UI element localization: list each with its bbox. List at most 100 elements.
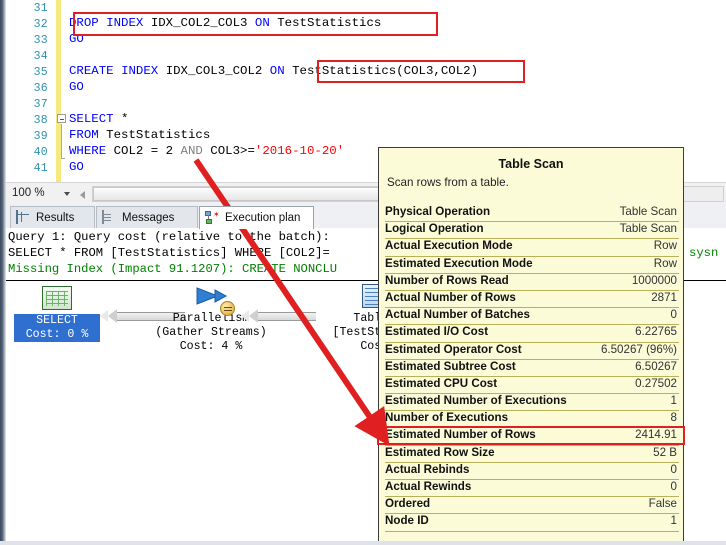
tooltip-property-value: 2414.91 (635, 428, 677, 442)
tooltip-property-key: Actual Number of Batches (385, 308, 530, 322)
tooltip-description: Scan rows from a table. (387, 176, 509, 189)
tooltip-property-row: Estimated I/O Cost 6.22765 (385, 325, 679, 343)
tooltip-property-key: Logical Operation (385, 222, 484, 236)
fold-region-foot (61, 158, 65, 159)
tooltip-property-row: Ordered False (385, 497, 679, 515)
tooltip-property-value: 0 (670, 480, 677, 493)
tooltip-property-value: 6.50267 (96%) (600, 342, 677, 356)
tooltip-property-row: Number of Executions 8 (385, 411, 679, 429)
ssms-screenshot: 31 32 33 34 35 36 37 38 39 40 41 DROP IN… (0, 0, 726, 545)
editor-line-number-gutter: 31 32 33 34 35 36 37 38 39 40 41 (6, 0, 54, 182)
table-and-columns: TestStatistics(COL3,COL2) (292, 64, 478, 78)
tab-execution-plan[interactable]: ✶ Execution plan (199, 206, 314, 229)
tooltip-property-value: 2871 (651, 290, 677, 304)
code-line-35: CREATE INDEX IDX_COL3_COL2 ON TestStatis… (69, 64, 478, 78)
tooltip-title: Table Scan (498, 157, 564, 171)
parallel-badge-icon (220, 301, 235, 316)
tooltip-property-row: Estimated Number of Rows 2414.91 (385, 428, 679, 446)
tooltip-property-key: Actual Rebinds (385, 462, 470, 476)
line-number: 36 (33, 82, 48, 95)
tooltip-property-value: 1000000 (631, 273, 677, 287)
tab-results[interactable]: Results (10, 206, 95, 228)
line-number: 37 (33, 98, 48, 111)
tooltip-property-key: Estimated CPU Cost (385, 376, 498, 390)
message-icon (102, 209, 117, 225)
fold-region-line (61, 124, 62, 158)
tooltip-property-row: Node ID 1 (385, 514, 679, 532)
code-line-32: DROP INDEX IDX_COL2_COL3 ON TestStatisti… (69, 16, 381, 30)
grid-icon (16, 209, 31, 225)
tooltip-property-value: 0 (670, 462, 677, 476)
predicate-left: COL2 = 2 (106, 144, 181, 158)
line-number: 39 (33, 130, 48, 143)
sql-keyword: CREATE (69, 64, 114, 78)
sql-keyword-and: AND (180, 144, 203, 158)
string-literal: '2016-10-20' (254, 144, 345, 158)
plan-header-statement: SELECT * FROM [TestStatistics] WHERE [CO… (8, 246, 330, 260)
tooltip-property-key: Number of Rows Read (385, 273, 509, 287)
tooltip-property-value: False (648, 497, 677, 511)
tooltip-property-row: Physical Operation Table Scan (385, 205, 679, 223)
zoom-level-label[interactable]: 100 % (12, 187, 45, 199)
execution-plan-icon: ✶ (205, 211, 220, 225)
table-name: TestStatistics (277, 16, 382, 30)
plan-connector-arrowhead-icon (241, 309, 258, 323)
tooltip-property-row: Estimated Row Size 52 B (385, 446, 679, 463)
scroll-left-arrow-icon[interactable] (76, 186, 90, 202)
tooltip-property-row: Estimated Execution Mode Row (385, 257, 679, 274)
sql-keyword: FROM (69, 128, 99, 142)
tooltip-property-row: Estimated CPU Cost 0.27502 (385, 376, 679, 395)
sql-keyword: WHERE (69, 144, 107, 158)
tooltip-property-row: Actual Number of Batches 0 (385, 308, 679, 326)
tooltip-property-key: Estimated Execution Mode (385, 256, 533, 270)
operator-subtitle: (Gather Streams) (155, 326, 267, 339)
tab-label: Execution plan (225, 212, 301, 224)
tooltip-property-row: Actual Execution Mode Row (385, 239, 679, 257)
tab-label: Results (36, 211, 75, 224)
tooltip-property-row: Logical Operation Table Scan (385, 222, 679, 240)
code-line-33: GO (69, 32, 84, 46)
parallelism-operator-icon (193, 284, 235, 316)
tooltip-property-value: 52 B (653, 445, 677, 459)
tooltip-property-value: 8 (670, 411, 677, 425)
line-number: 34 (33, 50, 48, 63)
sql-keyword: SELECT (69, 112, 114, 126)
tooltip-properties-table: Physical Operation Table Scan Logical Oper… (385, 205, 679, 532)
tooltip-property-value: 0 (670, 308, 677, 322)
tooltip-property-row: Estimated Subtree Cost 6.50267 (385, 360, 679, 377)
plan-text-fragment: sysn (689, 246, 719, 260)
line-number: 33 (33, 34, 48, 47)
code-line-38: SELECT * (69, 112, 129, 126)
tab-messages[interactable]: Messages (96, 206, 198, 228)
select-operator-icon (42, 286, 72, 310)
line-number: 35 (33, 66, 48, 79)
tooltip-property-key: Node ID (385, 514, 429, 528)
tooltip-property-key: Estimated I/O Cost (385, 325, 489, 339)
tooltip-property-row: Number of Rows Read 1000000 (385, 274, 679, 291)
plan-connector-arrowhead-icon (100, 309, 117, 323)
sql-keyword: INDEX (106, 16, 144, 30)
sql-keyword: INDEX (121, 64, 159, 78)
plan-operator-select[interactable]: SELECT Cost: 0 % (14, 286, 100, 342)
from-table: TestStatistics (98, 128, 211, 142)
index-name: IDX_COL2_COL3 (150, 16, 248, 30)
tooltip-property-value: 0.27502 (635, 376, 677, 390)
tooltip-property-row: Actual Rewinds 0 (385, 480, 679, 498)
chevron-down-icon[interactable] (64, 192, 70, 196)
tooltip-property-value: 6.22765 (635, 325, 677, 339)
tooltip-property-key: Physical Operation (385, 205, 491, 218)
tooltip-property-value: Table Scan (619, 205, 677, 218)
plan-missing-index-hint: Missing Index (Impact 91.1207): CREATE N… (8, 262, 338, 276)
tooltip-property-value: Row (653, 256, 677, 270)
code-line-41: GO (69, 160, 84, 174)
tooltip-property-row: Actual Rebinds 0 (385, 463, 679, 480)
line-number: 38 (33, 114, 48, 127)
index-name: IDX_COL3_COL2 (165, 64, 263, 78)
window-bottom-edge (0, 541, 726, 545)
tab-label: Messages (122, 211, 175, 224)
operator-cost: Cost: 4 % (179, 340, 243, 353)
tooltip-property-value: Table Scan (619, 222, 677, 236)
code-fold-toggle[interactable] (57, 114, 66, 123)
tooltip-property-value: 6.50267 (635, 359, 677, 373)
tooltip-property-row: Estimated Number of Executions 1 (385, 394, 679, 412)
